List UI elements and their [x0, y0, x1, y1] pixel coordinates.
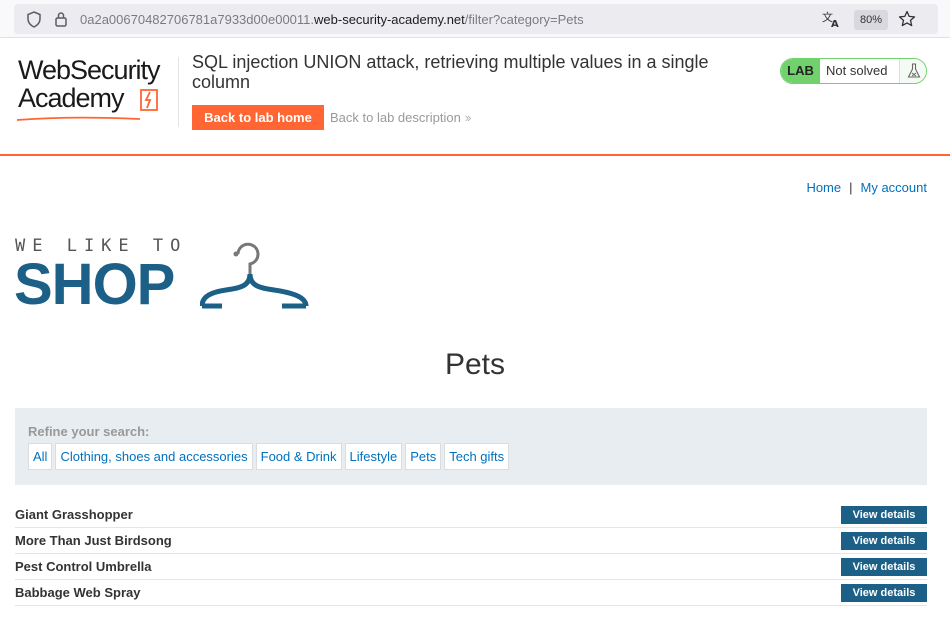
- category-filters: All Clothing, shoes and accessories Food…: [28, 443, 510, 470]
- refine-search-panel: Refine your search: All Clothing, shoes …: [15, 408, 927, 485]
- refine-search-label: Refine your search:: [28, 424, 150, 439]
- flask-icon: [899, 59, 926, 83]
- table-row: Giant Grasshopper View details: [15, 502, 927, 528]
- address-bar[interactable]: 0a2a00670482706781a7933d00e00011.web-sec…: [14, 4, 938, 34]
- lab-title: SQL injection UNION attack, retrieving m…: [192, 52, 709, 92]
- lab-status-widget: LAB Not solved: [780, 58, 927, 84]
- my-account-link[interactable]: My account: [861, 180, 927, 195]
- back-to-lab-description-link[interactable]: Back to lab description ››: [330, 110, 472, 125]
- shop-logo: WE LIKE TO SHOP: [14, 232, 309, 317]
- filter-clothing[interactable]: Clothing, shoes and accessories: [55, 443, 253, 470]
- web-security-academy-logo[interactable]: WebSecurity Academy: [16, 55, 178, 121]
- header-divider: [178, 57, 179, 127]
- filter-tech-gifts[interactable]: Tech gifts: [444, 443, 510, 470]
- logo-underline: [16, 109, 142, 127]
- home-link[interactable]: Home: [806, 180, 841, 195]
- product-name: More Than Just Birdsong: [15, 533, 172, 548]
- star-icon[interactable]: [898, 10, 916, 33]
- view-details-button[interactable]: View details: [841, 558, 927, 576]
- product-table: Giant Grasshopper View details More Than…: [15, 502, 927, 606]
- lock-icon[interactable]: [54, 11, 68, 32]
- svg-text:A: A: [831, 19, 839, 28]
- product-name: Pest Control Umbrella: [15, 559, 152, 574]
- coat-hanger-icon: [199, 236, 310, 317]
- table-row: Pest Control Umbrella View details: [15, 554, 927, 580]
- table-row: More Than Just Birdsong View details: [15, 528, 927, 554]
- lab-status-text: Not solved: [826, 63, 888, 78]
- filter-all[interactable]: All: [28, 443, 53, 470]
- shop-logo-wordmark: SHOP: [14, 252, 175, 317]
- lightning-bolt-icon: [140, 89, 158, 116]
- translate-icon[interactable]: 文A: [822, 10, 842, 33]
- table-row: Babbage Web Spray View details: [15, 580, 927, 606]
- view-details-button[interactable]: View details: [841, 584, 927, 602]
- product-name: Giant Grasshopper: [15, 507, 133, 522]
- filter-lifestyle[interactable]: Lifestyle: [344, 443, 403, 470]
- url-text[interactable]: 0a2a00670482706781a7933d00e00011.web-sec…: [80, 12, 584, 27]
- url-prefix: 0a2a00670482706781a7933d00e00011.: [80, 12, 315, 27]
- back-to-lab-home-button[interactable]: Back to lab home: [192, 105, 324, 130]
- shield-icon[interactable]: [26, 11, 42, 33]
- zoom-level-badge[interactable]: 80%: [854, 10, 888, 30]
- product-name: Babbage Web Spray: [15, 585, 141, 600]
- url-path: /filter?category=Pets: [464, 12, 584, 27]
- page-title: Pets: [444, 348, 506, 381]
- lab-header: WebSecurity Academy SQL injection UNION …: [0, 39, 950, 156]
- filter-food-drink[interactable]: Food & Drink: [255, 443, 342, 470]
- logo-text-line1: WebSecurity: [18, 55, 161, 85]
- view-details-button[interactable]: View details: [841, 506, 927, 524]
- browser-toolbar: 0a2a00670482706781a7933d00e00011.web-sec…: [0, 0, 950, 38]
- account-nav: Home | My account: [806, 180, 927, 195]
- view-details-button[interactable]: View details: [841, 532, 927, 550]
- back-to-lab-description-label: Back to lab description: [330, 110, 461, 125]
- url-domain: web-security-academy.net: [314, 12, 465, 27]
- double-chevron-right-icon: ››: [464, 110, 472, 125]
- filter-pets[interactable]: Pets: [405, 443, 442, 470]
- lab-tag: LAB: [781, 59, 820, 83]
- nav-separator: |: [849, 180, 853, 195]
